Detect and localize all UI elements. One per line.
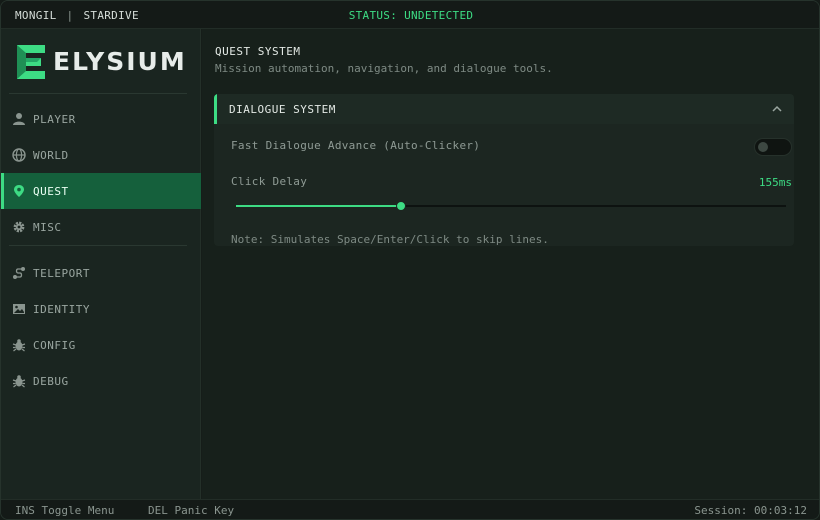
globe-icon <box>11 147 27 163</box>
divider <box>9 93 187 94</box>
image-icon <box>11 301 27 317</box>
divider <box>9 245 187 246</box>
sidebar-item-identity[interactable]: IDENTITY <box>1 291 201 327</box>
sidebar-item-debug[interactable]: DEBUG <box>1 363 201 399</box>
app-window: MONGIL | STARDIVE STATUS: UNDETECTED ELYSI… <box>0 0 820 520</box>
auto-clicker-toggle[interactable] <box>754 138 792 156</box>
page-subtitle: Mission automation, navigation, and dial… <box>215 62 553 75</box>
status-text: STATUS: UNDETECTED <box>348 9 474 22</box>
sidebar-item-misc[interactable]: MISC <box>1 209 201 245</box>
panel-header[interactable]: DIALOGUE SYSTEM <box>214 94 794 124</box>
sidebar-item-label: TELEPORT <box>33 266 90 280</box>
sidebar-item-world[interactable]: WORLD <box>1 137 201 173</box>
chevron-up-icon[interactable] <box>770 102 784 116</box>
toggle-menu-hint: INS Toggle Menu <box>15 504 115 517</box>
sidebar-item-label: IDENTITY <box>33 302 90 316</box>
slider-fill <box>236 205 401 207</box>
sidebar-item-label: PLAYER <box>33 112 76 126</box>
sidebar-item-label: MISC <box>33 220 62 234</box>
logo-mark-icon <box>17 45 45 79</box>
session-timer: Session: 00:03:12 <box>694 504 807 517</box>
toggle-label: Fast Dialogue Advance (Auto-Clicker) <box>231 139 481 152</box>
sidebar-item-label: QUEST <box>33 184 69 198</box>
sidebar-item-label: CONFIG <box>33 338 76 352</box>
user-icon <box>11 111 27 127</box>
slider-thumb[interactable] <box>396 201 406 211</box>
note-text: Note: Simulates Space/Enter/Click to ski… <box>231 233 549 246</box>
sidebar-item-label: WORLD <box>33 148 69 162</box>
slider-value: 155ms <box>758 176 792 189</box>
bug-icon <box>11 337 27 353</box>
slider-label: Click Delay <box>231 175 308 188</box>
footer-bar: INS Toggle Menu DEL Panic Key Session: 0… <box>1 499 819 519</box>
brand-logo: ELYSIUM <box>13 43 193 83</box>
brand-name: ELYSIUM <box>53 47 187 76</box>
sidebar: ELYSIUM PLAYER WORLD QUEST MISC TELEPORT… <box>1 29 201 499</box>
sidebar-item-player[interactable]: PLAYER <box>1 101 201 137</box>
panic-key-hint: DEL Panic Key <box>148 504 235 517</box>
sidebar-item-config[interactable]: CONFIG <box>1 327 201 363</box>
map-pin-icon <box>11 183 27 199</box>
dialogue-panel: DIALOGUE SYSTEM Fast Dialogue Advance (A… <box>214 94 794 246</box>
route-icon <box>11 265 27 281</box>
toggle-knob <box>758 142 768 152</box>
sidebar-item-label: DEBUG <box>33 374 69 388</box>
bug-icon <box>11 373 27 389</box>
page-title: QUEST SYSTEM <box>215 45 301 58</box>
main-content: QUEST SYSTEM Mission automation, navigat… <box>202 29 819 499</box>
sidebar-item-teleport[interactable]: TELEPORT <box>1 255 201 291</box>
gear-icon <box>11 219 27 235</box>
panel-title: DIALOGUE SYSTEM <box>229 103 336 116</box>
top-bar: MONGIL | STARDIVE STATUS: UNDETECTED <box>1 1 819 29</box>
sidebar-item-quest[interactable]: QUEST <box>1 173 201 209</box>
click-delay-slider[interactable] <box>236 201 786 211</box>
